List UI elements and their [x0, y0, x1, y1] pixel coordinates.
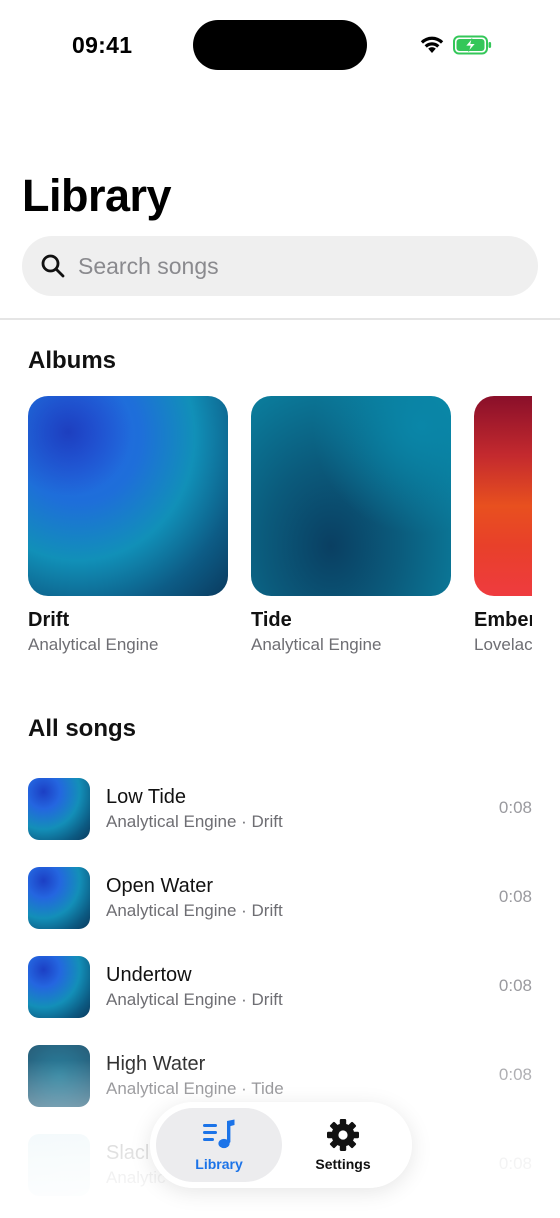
song-duration: 0:08 — [498, 798, 532, 817]
album-artist: Analytical Engine — [28, 635, 159, 654]
song-title: Slacl — [106, 1142, 150, 1164]
search-input[interactable] — [78, 252, 478, 280]
song-title: Undertow — [106, 964, 192, 986]
dynamic-island — [193, 20, 367, 70]
search-icon — [41, 254, 65, 278]
song-subtitle: Analytic — [106, 1168, 166, 1187]
song-duration: 0:08 — [498, 1154, 532, 1173]
gear-icon — [327, 1119, 359, 1151]
song-artwork — [28, 1045, 90, 1107]
tab-label: Library — [195, 1156, 243, 1172]
status-bar: 09:41 — [0, 0, 560, 90]
song-row[interactable]: Open Water Analytical Engine · Drift 0:0… — [28, 867, 532, 929]
search-bar[interactable] — [22, 236, 538, 296]
song-title: High Water — [106, 1053, 206, 1075]
album-card-drift[interactable]: Drift Analytical Engine — [28, 396, 228, 655]
albums-carousel[interactable]: Drift Analytical Engine Tide Analytical … — [28, 396, 532, 666]
song-row[interactable]: Undertow Analytical Engine · Drift 0:08 — [28, 956, 532, 1018]
song-subtitle: Analytical Engine · Drift — [106, 812, 283, 831]
song-row[interactable]: High Water Analytical Engine · Tide 0:08 — [28, 1045, 532, 1107]
album-name: Drift — [28, 609, 70, 631]
battery-charging-icon — [453, 35, 492, 55]
page-title: Library — [22, 170, 172, 221]
album-card-tide[interactable]: Tide Analytical Engine — [251, 396, 451, 655]
song-subtitle: Analytical Engine · Drift — [106, 901, 283, 920]
album-name: Tide — [251, 609, 292, 631]
album-artwork — [28, 396, 228, 596]
album-artwork — [474, 396, 532, 596]
song-subtitle: Analytical Engine · Drift — [106, 990, 283, 1009]
album-artist: Analytical Engine — [251, 635, 382, 654]
song-row[interactable]: Low Tide Analytical Engine · Drift 0:08 — [28, 778, 532, 840]
song-artwork — [28, 867, 90, 929]
song-artwork — [28, 778, 90, 840]
song-artwork — [28, 956, 90, 1018]
song-duration: 0:08 — [498, 1065, 532, 1084]
tab-library[interactable]: Library — [156, 1108, 282, 1182]
songs-section-title: All songs — [28, 715, 137, 742]
tab-bar: Library Settings — [150, 1102, 412, 1188]
album-name: Ember — [474, 609, 532, 631]
album-artist: Lovelac — [474, 635, 532, 654]
tab-label: Settings — [315, 1156, 371, 1172]
song-title: Open Water — [106, 875, 214, 897]
tab-settings[interactable]: Settings — [280, 1108, 406, 1182]
album-card-ember[interactable]: Ember Lovelac — [474, 396, 532, 655]
song-artwork — [28, 1134, 90, 1196]
albums-section-title: Albums — [28, 347, 117, 374]
header-divider — [0, 318, 560, 320]
song-subtitle: Analytical Engine · Tide — [106, 1079, 284, 1098]
song-title: Low Tide — [106, 786, 187, 808]
music-list-icon — [203, 1119, 235, 1149]
song-duration: 0:08 — [498, 887, 532, 906]
song-duration: 0:08 — [498, 976, 532, 995]
wifi-icon — [420, 36, 444, 53]
album-artwork — [251, 396, 451, 596]
status-time: 09:41 — [72, 32, 133, 58]
